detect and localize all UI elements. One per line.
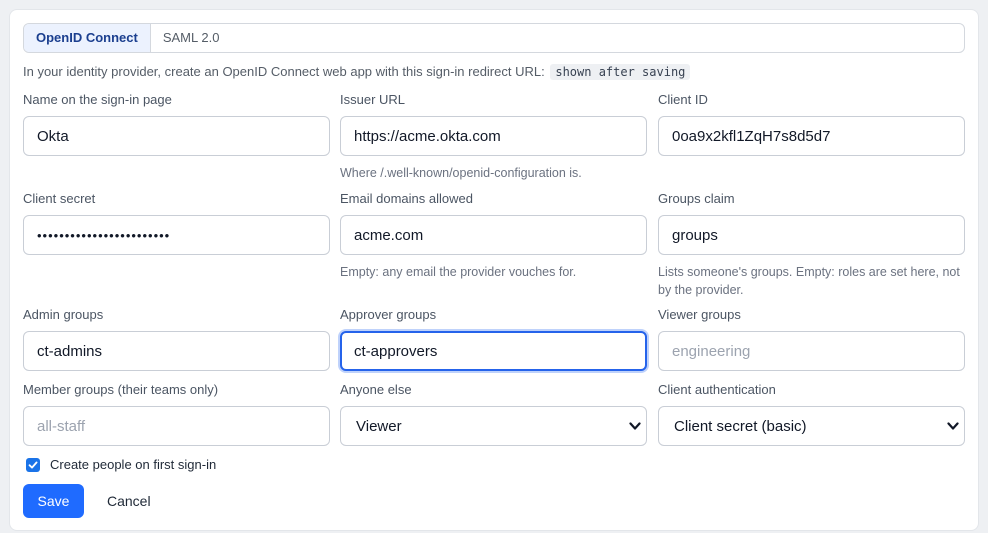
name-label: Name on the sign-in page [23, 92, 172, 107]
client-secret-field-group: Client secret [23, 191, 330, 255]
create-people-label: Create people on first sign-in [50, 457, 217, 472]
redirect-url-code: shown after saving [550, 64, 691, 80]
tab-saml[interactable]: SAML 2.0 [151, 24, 232, 52]
client-secret-label: Client secret [23, 191, 96, 206]
protocol-tabs: OpenID Connect SAML 2.0 [23, 23, 965, 53]
redirect-url-hint-text: In your identity provider, create an Ope… [23, 64, 545, 79]
admin-groups-field-group: Admin groups [23, 307, 330, 371]
create-people-checkbox[interactable] [26, 457, 40, 472]
client-id-label: Client ID [658, 92, 708, 107]
cancel-button[interactable]: Cancel [96, 484, 162, 518]
client-auth-select[interactable]: Client secret (basic) [658, 406, 965, 446]
client-secret-input[interactable] [23, 215, 330, 255]
redirect-url-hint: In your identity provider, create an Ope… [23, 63, 691, 81]
groups-claim-label: Groups claim [658, 191, 735, 206]
client-auth-field-group: Client authentication Client secret (bas… [658, 382, 965, 446]
member-groups-field-group: Member groups (their teams only) [23, 382, 330, 446]
create-people-row: Create people on first sign-in [26, 457, 216, 472]
groups-claim-input[interactable] [658, 215, 965, 255]
name-field-group: Name on the sign-in page [23, 92, 330, 156]
member-groups-label: Member groups (their teams only) [23, 382, 219, 397]
viewer-groups-field-group: Viewer groups [658, 307, 965, 371]
anyone-else-select[interactable]: Viewer [340, 406, 647, 446]
issuer-url-input[interactable] [340, 116, 647, 156]
member-groups-input[interactable] [23, 406, 330, 446]
issuer-help: Where /.well-known/openid-configuration … [340, 166, 582, 180]
admin-groups-label: Admin groups [23, 307, 104, 322]
approver-groups-label: Approver groups [340, 307, 437, 322]
anyone-else-label: Anyone else [340, 382, 412, 397]
tab-openid-connect[interactable]: OpenID Connect [24, 24, 151, 52]
groups-claim-help: Lists someone's groups. Empty: roles are… [658, 265, 960, 297]
issuer-field-group: Issuer URL Where /.well-known/openid-con… [340, 92, 647, 180]
email-domains-field-group: Email domains allowed Empty: any email t… [340, 191, 647, 279]
email-domains-help: Empty: any email the provider vouches fo… [340, 265, 577, 279]
checkmark-icon [28, 461, 38, 468]
approver-groups-input[interactable] [340, 331, 647, 371]
email-domains-input[interactable] [340, 215, 647, 255]
email-domains-label: Email domains allowed [340, 191, 473, 206]
approver-groups-field-group: Approver groups [340, 307, 647, 371]
viewer-groups-input[interactable] [658, 331, 965, 371]
viewer-groups-label: Viewer groups [658, 307, 741, 322]
save-button[interactable]: Save [23, 484, 84, 518]
anyone-else-field-group: Anyone else Viewer [340, 382, 647, 446]
client-id-field-group: Client ID [658, 92, 965, 156]
client-auth-label: Client authentication [658, 382, 776, 397]
name-input[interactable] [23, 116, 330, 156]
groups-claim-field-group: Groups claim Lists someone's groups. Emp… [658, 191, 965, 297]
client-id-input[interactable] [658, 116, 965, 156]
admin-groups-input[interactable] [23, 331, 330, 371]
issuer-label: Issuer URL [340, 92, 406, 107]
